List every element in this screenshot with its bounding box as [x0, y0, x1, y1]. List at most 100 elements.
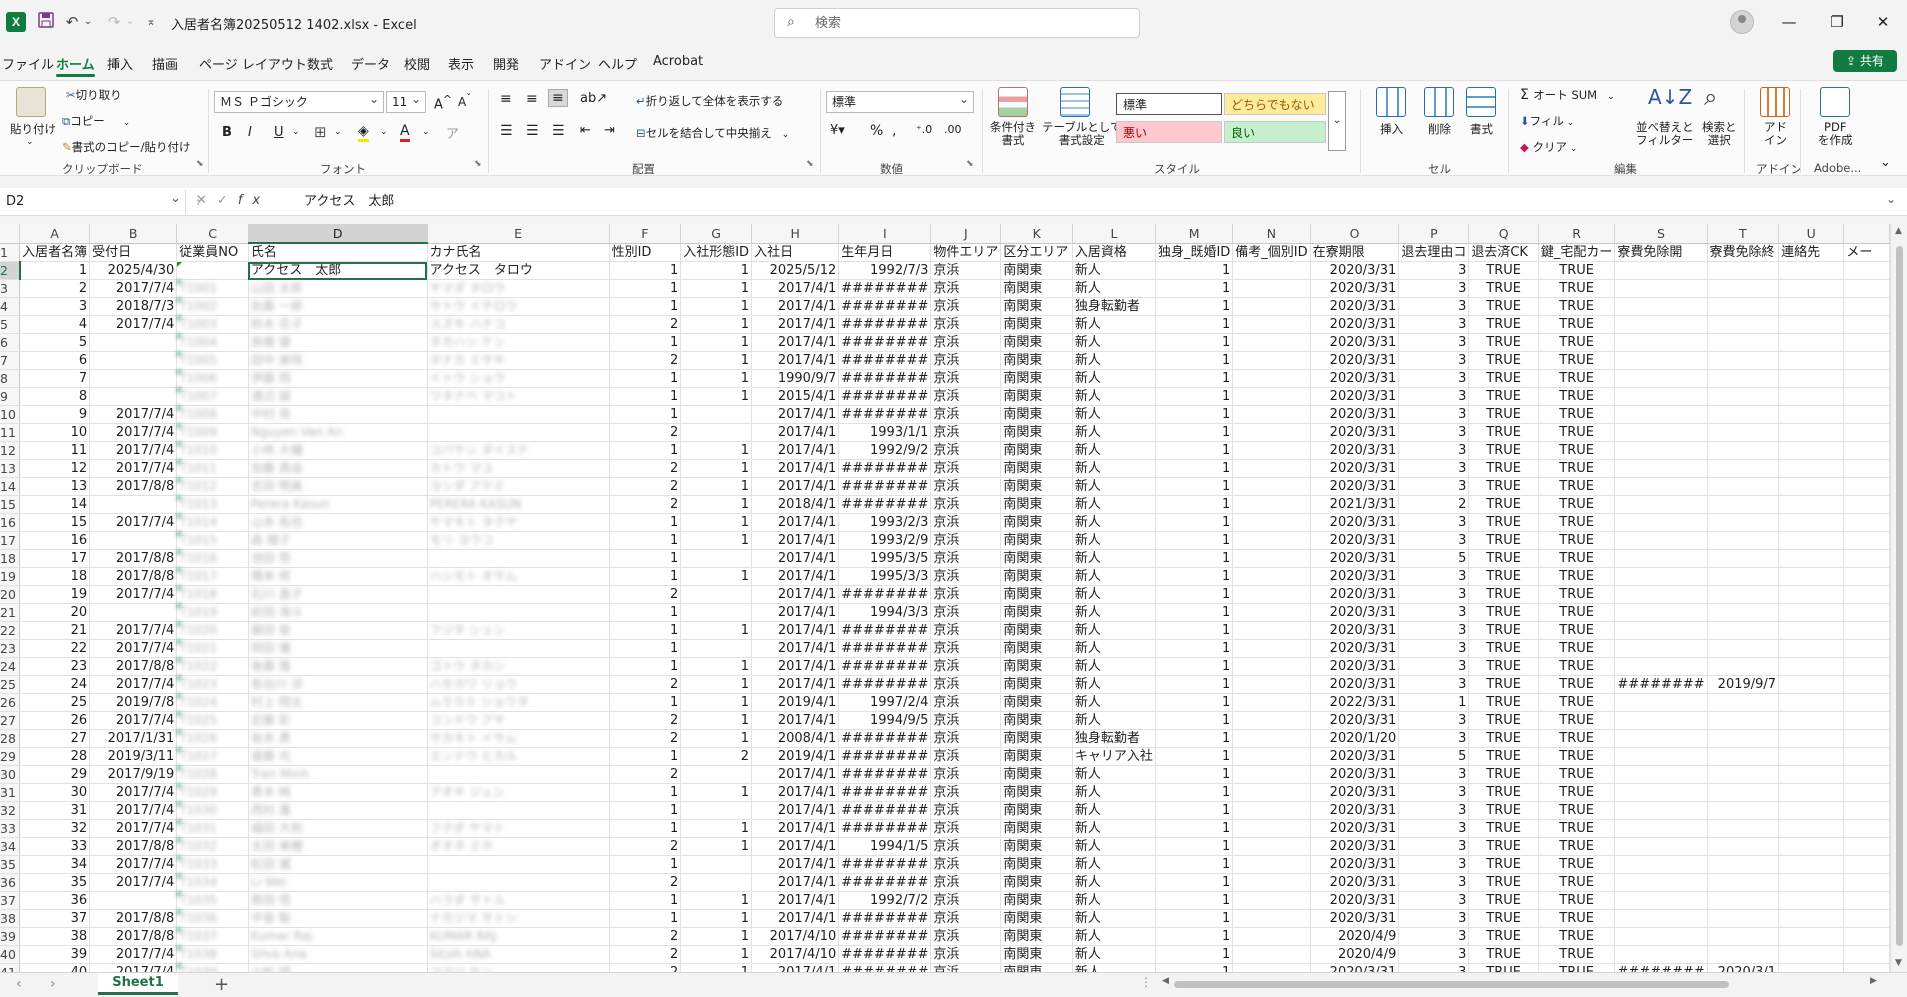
cell[interactable]	[1778, 891, 1845, 910]
row-header[interactable]: 13	[0, 459, 21, 478]
cell[interactable]: 16	[19, 531, 91, 550]
cell[interactable]	[1614, 657, 1708, 676]
cell[interactable]: 小松 研	[248, 963, 428, 972]
close-icon[interactable]: ✕	[1868, 10, 1898, 34]
format-cells-icon[interactable]	[1466, 87, 1496, 117]
cell[interactable]	[1778, 549, 1845, 568]
cell[interactable]	[1843, 279, 1890, 298]
cell[interactable]	[89, 351, 178, 370]
cell[interactable]	[1232, 603, 1311, 622]
cell[interactable]: 3	[1398, 441, 1470, 460]
cell[interactable]	[1778, 837, 1845, 856]
cell[interactable]: 南関東	[1000, 333, 1073, 352]
cell[interactable]: 3	[1398, 873, 1470, 892]
cell[interactable]	[1843, 549, 1890, 568]
cell[interactable]: 2019/9/7	[1707, 675, 1780, 694]
cell[interactable]: 南関東	[1000, 315, 1073, 334]
cell[interactable]: 太田 美穂	[248, 837, 428, 856]
sheet-tab-sheet1[interactable]: Sheet1	[98, 973, 178, 995]
column-header-q[interactable]: Q	[1468, 224, 1539, 244]
cell[interactable]: 1	[1155, 387, 1234, 406]
cell[interactable]: 1	[1155, 963, 1234, 972]
cell[interactable]: 2017/7/4	[89, 801, 178, 820]
search-input[interactable]	[815, 14, 1115, 32]
cell[interactable]: 3	[1398, 837, 1470, 856]
column-header-e[interactable]: E	[427, 224, 610, 244]
cell[interactable]: メー	[1843, 243, 1890, 262]
cell[interactable]: TRUE	[1538, 837, 1616, 856]
cell[interactable]: 1	[1155, 351, 1234, 370]
cell[interactable]: 2025/4/30	[89, 261, 178, 280]
cell[interactable]: TRUE	[1468, 369, 1539, 388]
cell[interactable]	[1614, 837, 1708, 856]
cell[interactable]: 新人	[1072, 567, 1156, 586]
align-left-icon[interactable]: ☰	[500, 123, 513, 139]
cell[interactable]: ########	[838, 909, 932, 928]
cell[interactable]	[1232, 261, 1311, 280]
cell[interactable]	[1707, 603, 1780, 622]
cell[interactable]: オオタ ミホ	[427, 837, 610, 856]
cell[interactable]: TRUE	[1468, 315, 1539, 334]
cell[interactable]	[1778, 801, 1845, 820]
row-header[interactable]: 6	[0, 333, 21, 352]
cell[interactable]: 入社形態ID	[680, 243, 753, 262]
cell[interactable]: 3	[1398, 639, 1470, 658]
cell[interactable]	[1778, 603, 1845, 622]
cell[interactable]	[1843, 675, 1890, 694]
cell[interactable]	[1843, 801, 1890, 820]
cell[interactable]: T1011	[176, 459, 249, 478]
cell[interactable]	[89, 495, 178, 514]
cell[interactable]: エンドウ ヒカル	[427, 747, 610, 766]
cell[interactable]	[1778, 711, 1845, 730]
cell[interactable]: 石川 直子	[248, 585, 428, 604]
cell[interactable]: ########	[838, 459, 932, 478]
cell[interactable]: 京浜	[930, 909, 1002, 928]
cell[interactable]: T1029	[176, 783, 249, 802]
cell[interactable]	[1614, 477, 1708, 496]
cell[interactable]	[1843, 693, 1890, 712]
cell[interactable]	[1843, 945, 1890, 964]
cell[interactable]: T1030	[176, 801, 249, 820]
cell[interactable]	[1843, 711, 1890, 730]
cell[interactable]: TRUE	[1468, 567, 1539, 586]
cell[interactable]: 1	[1155, 909, 1234, 928]
italic-icon[interactable]: I	[248, 125, 252, 140]
row-header[interactable]: 22	[0, 621, 21, 640]
cell[interactable]	[1232, 837, 1311, 856]
cell[interactable]: 11	[19, 441, 91, 460]
decrease-indent-icon[interactable]: ⇤	[580, 123, 591, 138]
cell[interactable]: 新人	[1072, 855, 1156, 874]
cell[interactable]	[1778, 261, 1845, 280]
underline-icon[interactable]: U	[274, 125, 284, 140]
row-header[interactable]: 39	[0, 927, 21, 946]
active-cell-d2[interactable]: アクセス 太郎	[248, 261, 428, 280]
cell[interactable]: 1993/1/1	[838, 423, 932, 442]
cell[interactable]: 12	[19, 459, 91, 478]
cell[interactable]: 2017/7/4	[89, 711, 178, 730]
cell[interactable]	[1614, 549, 1708, 568]
cell[interactable]: 3	[1398, 801, 1470, 820]
cell[interactable]: 遠藤 光	[248, 747, 428, 766]
cell[interactable]	[1707, 351, 1780, 370]
cell[interactable]: 新人	[1072, 621, 1156, 640]
cell[interactable]: 2020/3/31	[1310, 963, 1400, 972]
wrap-text-button[interactable]: ↵ 折り返して全体を表示する	[636, 93, 783, 109]
cell[interactable]: 3	[1398, 675, 1470, 694]
cell[interactable]: KUMAR RAJ	[427, 927, 610, 946]
cell[interactable]	[1778, 963, 1845, 972]
cell[interactable]	[1707, 261, 1780, 280]
cell[interactable]: ########	[838, 405, 932, 424]
tab-view[interactable]: 表示	[448, 54, 474, 73]
cell[interactable]	[1232, 531, 1311, 550]
cell[interactable]: T1002	[176, 297, 249, 316]
cell[interactable]: 2020/3/31	[1310, 603, 1400, 622]
cell[interactable]: 2020/3/31	[1310, 423, 1400, 442]
cell[interactable]: Li Wei	[248, 873, 428, 892]
cell[interactable]: 2	[1398, 495, 1470, 514]
cell[interactable]: 1	[1155, 819, 1234, 838]
cell[interactable]: T1001	[176, 279, 249, 298]
cell[interactable]: 1	[1155, 945, 1234, 964]
create-pdf-button[interactable]: PDF を作成	[1818, 121, 1853, 147]
cell[interactable]: 1	[1155, 531, 1234, 550]
cell[interactable]: 新人	[1072, 909, 1156, 928]
